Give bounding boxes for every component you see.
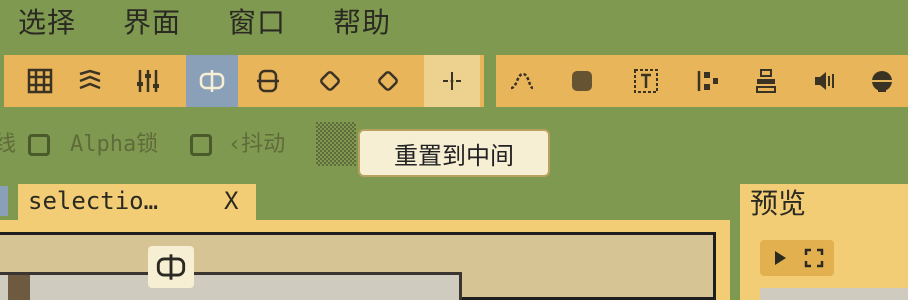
preview-title: 预览 bbox=[750, 187, 807, 220]
play-icon[interactable] bbox=[770, 248, 790, 268]
menu-window[interactable]: 窗口 bbox=[228, 4, 286, 42]
sphere-button[interactable] bbox=[862, 55, 902, 107]
dither-button[interactable] bbox=[562, 55, 602, 107]
dither-icon bbox=[572, 71, 592, 91]
preview-controls bbox=[760, 240, 834, 276]
center-icon bbox=[199, 70, 225, 92]
center-button[interactable] bbox=[186, 55, 238, 107]
text-frame-icon bbox=[634, 69, 658, 93]
align-icon bbox=[697, 71, 718, 91]
close-icon[interactable]: X bbox=[224, 184, 238, 218]
grid-button[interactable] bbox=[20, 55, 60, 107]
toolbar-right-group bbox=[496, 55, 908, 107]
rotate-cw-button[interactable] bbox=[368, 55, 408, 107]
menu-bar: 选择 界面 窗口 帮助 bbox=[0, 0, 908, 48]
rounded-rect-icon bbox=[257, 69, 279, 93]
menu-select[interactable]: 选择 bbox=[18, 4, 76, 42]
speaker-icon bbox=[815, 72, 834, 90]
tab-label: selectio… bbox=[28, 187, 159, 215]
rotate-ccw-button[interactable] bbox=[310, 55, 350, 107]
checker-pattern-icon bbox=[316, 122, 356, 166]
align-button[interactable] bbox=[688, 55, 728, 107]
menu-interface[interactable]: 界面 bbox=[123, 4, 181, 42]
stack-button[interactable] bbox=[746, 55, 786, 107]
rotate-ccw-icon bbox=[320, 71, 340, 91]
split-icon bbox=[443, 72, 461, 90]
speaker-button[interactable] bbox=[804, 55, 844, 107]
center-gizmo-icon bbox=[156, 254, 186, 280]
wave-transform-button[interactable] bbox=[70, 55, 110, 107]
dither-pattern-swatch[interactable] bbox=[316, 122, 356, 166]
tooltip: 重置到中间 bbox=[358, 129, 550, 177]
stack-icon bbox=[756, 69, 776, 93]
grid-icon bbox=[27, 68, 53, 94]
sliders-icon bbox=[137, 70, 159, 92]
menu-help[interactable]: 帮助 bbox=[333, 4, 391, 42]
split-button[interactable] bbox=[424, 55, 480, 107]
canvas-edge bbox=[8, 275, 30, 300]
text-frame-button[interactable] bbox=[626, 55, 666, 107]
toolbar-left-group bbox=[4, 55, 484, 107]
rounded-rect-button[interactable] bbox=[248, 55, 288, 107]
fullscreen-icon[interactable] bbox=[804, 248, 824, 268]
center-gizmo[interactable] bbox=[148, 246, 194, 288]
partial-option-checkbox[interactable] bbox=[28, 134, 50, 156]
curve-icon bbox=[510, 72, 534, 90]
wave-transform-icon bbox=[79, 69, 101, 90]
alpha-lock-checkbox[interactable] bbox=[190, 134, 212, 156]
preview-canvas bbox=[760, 288, 908, 300]
sphere-icon bbox=[872, 71, 892, 92]
tab-scroll-indicator[interactable] bbox=[0, 186, 8, 216]
jitter-label[interactable]: ‹抖动 bbox=[228, 128, 285, 162]
rotate-cw-icon bbox=[378, 71, 398, 91]
partial-option-label: 线 bbox=[0, 132, 17, 157]
alpha-lock-label: Alpha锁 bbox=[70, 132, 159, 157]
sliders-button[interactable] bbox=[128, 55, 168, 107]
curve-button[interactable] bbox=[502, 55, 542, 107]
canvas[interactable] bbox=[0, 272, 462, 300]
tab-selection[interactable]: selectio… X bbox=[18, 184, 256, 220]
